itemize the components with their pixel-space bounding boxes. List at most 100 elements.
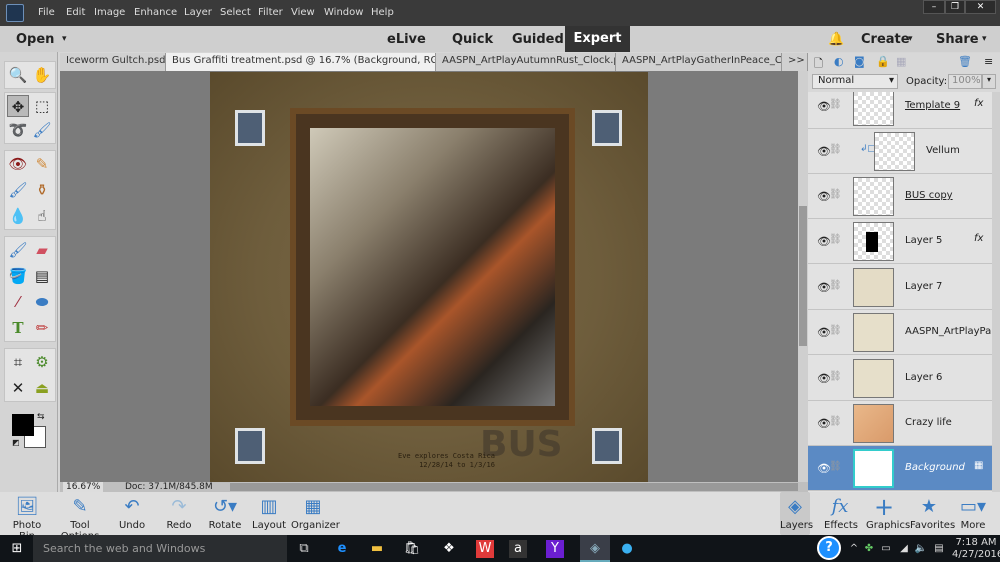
link-icon[interactable]: ⛓ [829, 371, 842, 382]
smart-brush-icon[interactable]: 🖌 [7, 179, 29, 201]
taskbar-search-input[interactable]: Search the web and Windows [33, 535, 287, 562]
restore-button[interactable]: ❐ [945, 0, 965, 14]
menu-select[interactable]: Select [220, 7, 251, 18]
smudge-tool-icon[interactable]: ☝ [31, 205, 53, 227]
layers-panel-button[interactable]: ◈ Layers [780, 492, 813, 535]
mode-guided[interactable]: Guided [512, 32, 564, 47]
shape-tool-icon[interactable]: ⬬ [31, 291, 53, 313]
mode-expert[interactable]: Expert [565, 26, 630, 52]
mode-elive[interactable]: eLive [387, 32, 426, 47]
layer-row-layer-6[interactable]: 👁 ⛓ Layer 6 [808, 356, 992, 401]
store-icon[interactable]: 🛍 [401, 538, 423, 560]
vertical-scrollbar[interactable] [798, 71, 808, 482]
tool-options-button[interactable]: ✎Tool Options [52, 492, 108, 542]
pencil-tool-icon[interactable]: ✏ [31, 317, 53, 339]
lock-transparency-icon[interactable]: ▦ [896, 55, 906, 68]
link-icon[interactable]: ⛓ [829, 325, 842, 336]
brush-tool-icon[interactable]: 🖌 [7, 239, 29, 261]
link-icon[interactable]: ⛓ [829, 189, 842, 200]
adjustment-layer-icon[interactable]: ◐ [834, 55, 844, 68]
fx-icon[interactable]: fx [974, 233, 983, 244]
swap-colors-icon[interactable]: ⇆ [37, 412, 45, 422]
layer-row-bus-copy[interactable]: 👁 ⛓ BUS copy [808, 174, 992, 219]
create-button[interactable]: Create [861, 32, 910, 47]
menu-edit[interactable]: Edit [66, 7, 85, 18]
share-dropdown-icon[interactable]: ▾ [982, 34, 987, 44]
quick-selection-tool-icon[interactable]: 🖌 [31, 119, 53, 141]
layer-row-background[interactable]: 👁 ⛓ Background ▦ [808, 446, 992, 491]
link-icon[interactable]: ⛓ [829, 416, 842, 427]
layer-row-template-9[interactable]: 👁 ⛓ Template 9 fx [808, 92, 992, 129]
maps-app-icon[interactable]: ● [616, 538, 638, 560]
layer-row-crazy-life[interactable]: 👁 ⛓ Crazy life [808, 401, 992, 446]
amazon-icon[interactable]: a [509, 540, 527, 558]
favorites-button[interactable]: ★ Favorites [910, 492, 955, 535]
layout-button[interactable]: ▥ Layout [252, 492, 286, 535]
action-center-icon[interactable]: ▤ [928, 538, 950, 560]
content-aware-move-icon[interactable]: ✕ [7, 377, 29, 399]
blend-mode-select[interactable]: Normal ▾ [812, 74, 898, 89]
effects-button[interactable]: fx Effects [824, 492, 858, 535]
link-icon[interactable]: ⛓ [829, 234, 842, 245]
layer-row-layer-7[interactable]: 👁 ⛓ Layer 7 [808, 265, 992, 310]
minimize-button[interactable]: – [923, 0, 945, 14]
layers-scrollbar[interactable] [992, 92, 1000, 492]
opacity-dropdown-icon[interactable]: ▾ [982, 74, 996, 89]
help-icon[interactable]: ? [817, 536, 841, 560]
create-dropdown-icon[interactable]: ▾ [908, 34, 913, 44]
edge-browser-icon[interactable]: e [331, 538, 353, 560]
healing-brush-icon[interactable]: ✎ [31, 153, 53, 175]
redo-button[interactable]: ↷ Redo [163, 492, 195, 535]
eraser-tool-icon[interactable]: ▰ [31, 239, 53, 261]
yahoo-icon[interactable]: Y [546, 540, 564, 558]
menu-image[interactable]: Image [94, 7, 125, 18]
wps-office-icon[interactable]: W [476, 540, 494, 558]
opacity-input[interactable]: 100% [948, 74, 982, 89]
lasso-tool-icon[interactable]: ➰ [7, 119, 29, 141]
share-button[interactable]: Share [936, 32, 979, 47]
windows-start-icon[interactable]: ⊞ [6, 538, 28, 560]
tab-gather-in-peace[interactable]: AASPN_ArtPlayGatherInPeace_ClockFa [616, 53, 782, 71]
rotate-button[interactable]: ↺▾ Rotate [206, 492, 244, 535]
photoshop-elements-taskbar-icon[interactable]: ◈ [580, 535, 610, 562]
hand-tool-icon[interactable]: ✋ [31, 64, 53, 86]
link-icon[interactable]: ⛓ [829, 280, 842, 291]
horizontal-scrollbar[interactable] [230, 483, 798, 491]
link-icon[interactable]: ⛓ [829, 99, 842, 110]
panel-menu-icon[interactable]: ≡ [984, 55, 993, 68]
menu-layer[interactable]: Layer [184, 7, 212, 18]
menu-help[interactable]: Help [371, 7, 394, 18]
more-button[interactable]: ▭▾ More [958, 492, 988, 535]
recompose-tool-icon[interactable]: ⚙ [31, 351, 53, 373]
layer-row-layer-5[interactable]: 👁 ⛓ Layer 5 fx [808, 219, 992, 264]
open-dropdown-icon[interactable]: ▾ [62, 34, 67, 44]
photo-bin-button[interactable]: 🖼Photo Bin [4, 492, 50, 542]
file-explorer-icon[interactable]: ▬ [366, 538, 388, 560]
open-button[interactable]: Open [16, 32, 54, 47]
document-canvas[interactable]: BUS Eve explores Costa Rica 12/28/14 to 1… [210, 72, 648, 482]
organizer-button[interactable]: ▦ Organizer [291, 492, 340, 535]
lock-icon[interactable]: 🔒 [876, 55, 890, 68]
layer-row-vellum[interactable]: 👁 ⛓ ↲□ Vellum [808, 129, 992, 174]
menu-enhance[interactable]: Enhance [134, 7, 177, 18]
crop-tool-icon[interactable]: ⌗ [7, 351, 29, 373]
clock-date[interactable]: 4/27/2016 [952, 549, 1000, 560]
straighten-tool-icon[interactable]: ⏏ [31, 377, 53, 399]
default-colors-icon[interactable]: ◩ [12, 438, 20, 447]
canvas-workspace[interactable]: BUS Eve explores Costa Rica 12/28/14 to 1… [60, 71, 798, 482]
gradient-tool-icon[interactable]: ▤ [31, 265, 53, 287]
tab-bus-graffiti[interactable]: Bus Graffiti treatment.psd @ 16.7% (Back… [166, 53, 436, 71]
eyedropper-icon[interactable]: ⁄ [7, 291, 29, 313]
task-view-icon[interactable]: ⧉ [293, 538, 315, 560]
mode-quick[interactable]: Quick [452, 32, 493, 47]
menu-filter[interactable]: Filter [258, 7, 283, 18]
notification-bell-icon[interactable]: 🔔 [828, 32, 844, 47]
graphics-button[interactable]: + Graphics [866, 492, 910, 535]
paint-bucket-icon[interactable]: 🪣 [7, 265, 29, 287]
zoom-tool-icon[interactable]: 🔍 [7, 64, 29, 86]
red-eye-tool-icon[interactable]: 👁 [7, 153, 29, 175]
tabs-overflow-button[interactable]: >> [782, 53, 808, 71]
layer-row-aaspn[interactable]: 👁⛓AASPN_ArtPlayPal... [808, 310, 992, 355]
move-tool-icon[interactable]: ✥ [7, 95, 29, 117]
fx-icon[interactable]: fx [974, 98, 983, 109]
